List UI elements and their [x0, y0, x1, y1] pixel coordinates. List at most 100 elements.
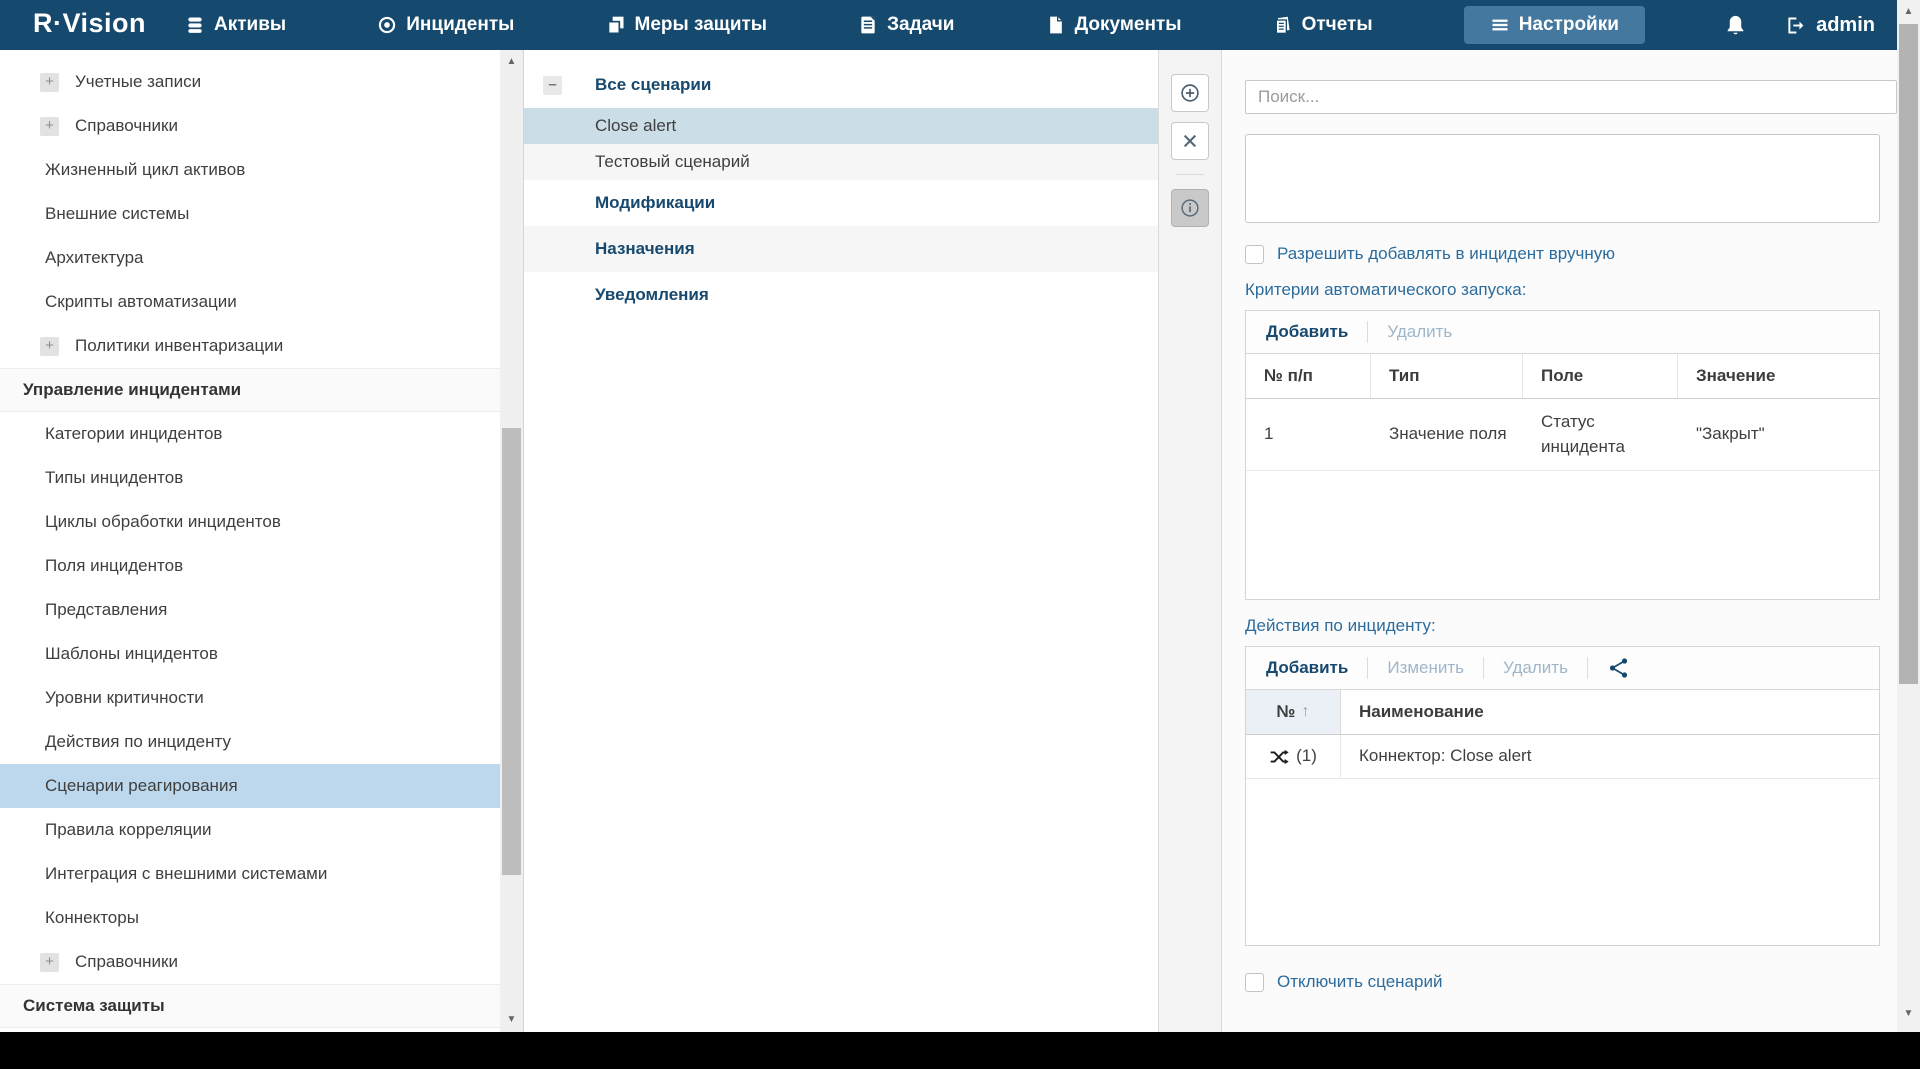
scroll-up-icon[interactable]: ▲ [1897, 2, 1920, 22]
criteria-table-row[interactable]: 1 Значение поля Статус инцидента "Закрыт… [1246, 399, 1879, 471]
sidebar-item[interactable]: Скрипты автоматизации [0, 280, 500, 324]
tree-node-assignments[interactable]: Назначения [524, 226, 1158, 272]
actions-delete-button[interactable]: Удалить [1503, 658, 1568, 678]
info-icon [1179, 197, 1201, 219]
actions-table-row[interactable]: (1) Коннектор: Close alert [1246, 735, 1879, 779]
database-icon [185, 15, 205, 35]
tree-node-label: Close alert [595, 116, 676, 136]
add-scenario-button[interactable] [1171, 74, 1209, 112]
navbar-right: admin [1724, 0, 1875, 50]
sidebar-item[interactable]: +Политики инвентаризации [0, 324, 500, 368]
sidebar-item[interactable]: Архитектура [0, 236, 500, 280]
tree-node-test-scenario[interactable]: Тестовый сценарий [524, 144, 1158, 180]
rvision-logo: R·Vision [33, 8, 146, 39]
tree-node-label: Назначения [595, 239, 695, 259]
user-menu[interactable]: admin [1785, 14, 1875, 37]
column-header-num[interactable]: № ↑ [1246, 690, 1341, 734]
nav-item-tasks[interactable]: Задачи [858, 14, 954, 36]
disable-scenario-checkbox[interactable] [1245, 973, 1264, 992]
tree-node-notifications[interactable]: Уведомления [524, 272, 1158, 318]
sidebar-item[interactable]: Действия по инциденту [0, 720, 500, 764]
criteria-table: Добавить Удалить № п/п Тип Поле Значение… [1245, 310, 1880, 600]
sidebar-item[interactable]: Категории инцидентов [0, 412, 500, 456]
toolbar-divider [1176, 174, 1204, 175]
sidebar-scrollbar[interactable]: ▲ ▼ [500, 50, 523, 1032]
collapse-minus-icon[interactable]: – [543, 76, 562, 95]
sidebar-section-protection-system[interactable]: Система защиты [0, 984, 500, 1028]
tree-node-all-scenarios[interactable]: –Все сценарии [524, 62, 1158, 108]
actions-edit-button[interactable]: Изменить [1387, 658, 1464, 678]
nav-label: Задачи [887, 14, 954, 36]
search-input[interactable] [1245, 80, 1897, 114]
window-scrollbar[interactable]: ▲ ▼ [1897, 0, 1920, 1032]
info-button[interactable] [1171, 189, 1209, 227]
sidebar-item[interactable]: +Справочники [0, 104, 500, 148]
tree-node-label: Уведомления [595, 285, 709, 305]
nav-item-protection-measures[interactable]: Меры защиты [606, 14, 768, 36]
main-menu: Активы Инциденты Меры защиты Задачи [185, 0, 1645, 50]
window-scrollbar-thumb[interactable] [1899, 24, 1918, 684]
column-header-label: № [1277, 702, 1296, 722]
expand-plus-icon[interactable]: + [40, 117, 59, 136]
sidebar-item-label: Шаблоны инцидентов [45, 644, 218, 664]
tree-node-close-alert[interactable]: Close alert [524, 108, 1158, 144]
column-header-name[interactable]: Наименование [1341, 690, 1879, 734]
sidebar-item[interactable]: Коннекторы [0, 896, 500, 940]
sidebar-item[interactable]: Интеграция с внешними системами [0, 852, 500, 896]
scenario-details-panel: Разрешить добавлять в инцидент вручную К… [1222, 50, 1897, 1032]
scroll-down-icon[interactable]: ▼ [500, 1010, 523, 1030]
sidebar-item-label: Представления [45, 600, 167, 620]
criteria-table-toolbar: Добавить Удалить [1246, 311, 1879, 354]
tree-toolbar [1158, 50, 1222, 1032]
expand-plus-icon[interactable]: + [40, 953, 59, 972]
sidebar-item-response-scenarios[interactable]: Сценарии реагирования [0, 764, 500, 808]
nav-item-documents[interactable]: Документы [1046, 14, 1182, 36]
action-num-label: (1) [1296, 744, 1317, 769]
column-header[interactable]: № п/п [1246, 354, 1371, 398]
column-header[interactable]: Тип [1371, 354, 1523, 398]
action-name-cell: Коннектор: Close alert [1341, 735, 1879, 778]
share-icon[interactable] [1607, 656, 1631, 680]
criteria-delete-button[interactable]: Удалить [1387, 322, 1452, 342]
tree-node-modifications[interactable]: Модификации [524, 180, 1158, 226]
allow-manual-checkbox[interactable] [1245, 245, 1264, 264]
sidebar-item[interactable]: + Учетные записи [0, 60, 500, 104]
column-header[interactable]: Поле [1523, 354, 1678, 398]
criteria-add-button[interactable]: Добавить [1266, 322, 1348, 342]
sidebar-item[interactable]: +Справочники [0, 940, 500, 984]
criteria-section-label: Критерии автоматического запуска: [1245, 280, 1897, 300]
nav-item-assets[interactable]: Активы [185, 14, 286, 36]
plus-circle-icon [1179, 82, 1201, 104]
sidebar-item[interactable]: Представления [0, 588, 500, 632]
expand-plus-icon[interactable]: + [40, 73, 59, 92]
nav-item-settings[interactable]: Настройки [1464, 6, 1645, 44]
sidebar-item[interactable]: Шаблоны инцидентов [0, 632, 500, 676]
nav-item-incidents[interactable]: Инциденты [377, 14, 514, 36]
scenario-description-field[interactable] [1245, 134, 1880, 223]
nav-item-reports[interactable]: Отчеты [1273, 14, 1373, 36]
expand-plus-icon[interactable]: + [40, 337, 59, 356]
sidebar-section-incident-management[interactable]: Управление инцидентами [0, 368, 500, 412]
scroll-down-icon[interactable]: ▼ [1897, 1004, 1920, 1024]
sidebar-item[interactable]: Правила корреляции [0, 808, 500, 852]
nav-label: Отчеты [1302, 14, 1373, 36]
sidebar-item-label: Интеграция с внешними системами [45, 864, 327, 884]
sidebar-item[interactable]: Поля инцидентов [0, 544, 500, 588]
bell-icon[interactable] [1724, 14, 1747, 37]
delete-scenario-button[interactable] [1171, 122, 1209, 160]
sidebar-item[interactable]: Жизненный цикл активов [0, 148, 500, 192]
sidebar-item[interactable]: Циклы обработки инцидентов [0, 500, 500, 544]
toolbar-divider [1483, 657, 1484, 679]
criteria-value-cell: "Закрыт" [1678, 399, 1879, 470]
criteria-num-cell: 1 [1246, 399, 1371, 470]
sidebar-item[interactable]: Внешние системы [0, 192, 500, 236]
actions-add-button[interactable]: Добавить [1266, 658, 1348, 678]
sidebar-item-label: Учетные записи [75, 72, 201, 92]
column-header[interactable]: Значение [1678, 354, 1879, 398]
clipboard-icon [858, 15, 878, 35]
scroll-up-icon[interactable]: ▲ [500, 52, 523, 72]
sidebar-item[interactable]: Типы инцидентов [0, 456, 500, 500]
disable-scenario-label: Отключить сценарий [1277, 972, 1442, 992]
sidebar-scrollbar-thumb[interactable] [502, 428, 521, 875]
sidebar-item[interactable]: Уровни критичности [0, 676, 500, 720]
